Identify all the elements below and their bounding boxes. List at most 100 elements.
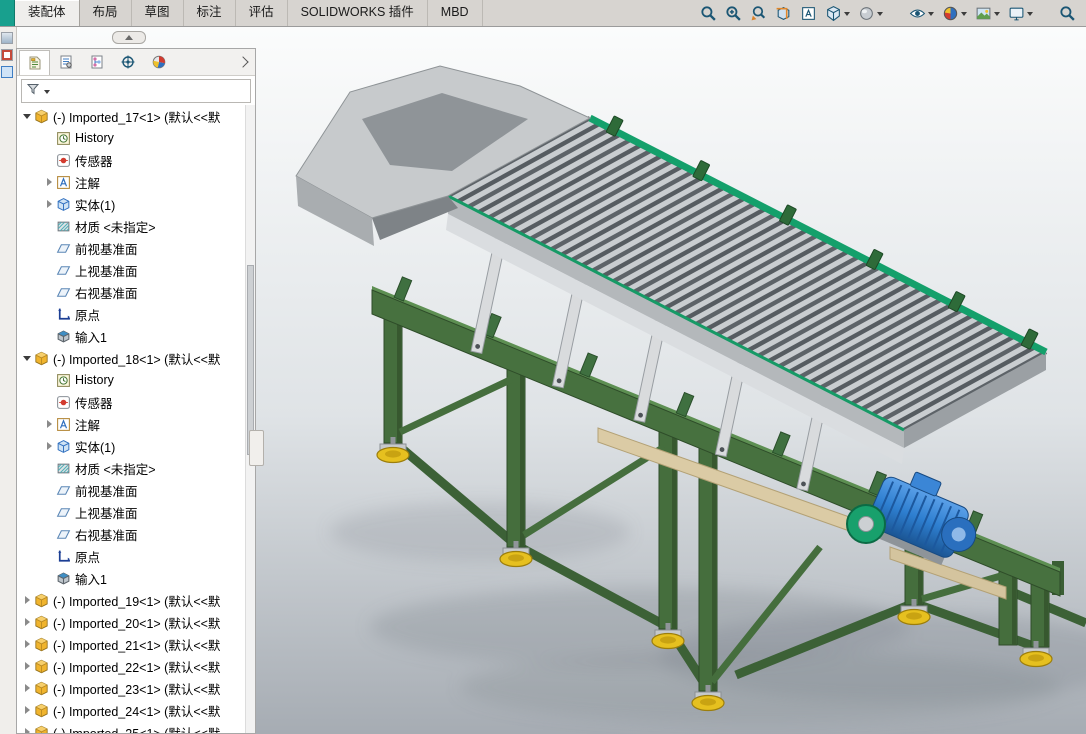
tree-item[interactable]: 实体(1)	[17, 193, 255, 215]
expand-icon[interactable]	[43, 440, 56, 453]
scrollbar-thumb[interactable]	[247, 265, 254, 455]
expand-icon[interactable]	[21, 726, 34, 734]
tree-item[interactable]: 实体(1)	[17, 435, 255, 457]
search-icon[interactable]	[1059, 1, 1076, 25]
view-settings-icon[interactable]	[1008, 1, 1033, 25]
tree-item[interactable]: 右视基准面	[17, 523, 255, 545]
expand-icon[interactable]	[43, 418, 56, 431]
tree-item[interactable]: (-) Imported_22<1> (默认<<默	[17, 655, 255, 677]
dropdown-arrow-icon[interactable]	[877, 12, 883, 19]
tree-item[interactable]: History	[17, 369, 255, 391]
section-view-icon[interactable]	[775, 1, 792, 25]
dropdown-arrow-icon[interactable]	[1027, 12, 1033, 19]
panel-overflow-chevron-icon[interactable]	[237, 56, 248, 67]
expand-icon[interactable]	[21, 704, 34, 717]
tree-item[interactable]: (-) Imported_25<1> (默认<<默	[17, 721, 255, 733]
tree-item[interactable]: 上视基准面	[17, 501, 255, 523]
expander-spacer	[43, 396, 56, 409]
configurationmanager-tab[interactable]	[81, 50, 112, 75]
plane-icon	[56, 285, 71, 300]
dock-toolbar-icon-1[interactable]	[1, 32, 13, 44]
displaymanager-tab[interactable]	[143, 50, 174, 75]
solids-icon	[56, 197, 71, 212]
dropdown-arrow-icon[interactable]	[994, 12, 1000, 19]
dock-toolbar-icon-2[interactable]	[1, 49, 13, 61]
filter-dropdown-icon[interactable]	[44, 90, 50, 97]
command-tab-3[interactable]: 草图	[132, 0, 184, 26]
dropdown-arrow-icon[interactable]	[928, 12, 934, 19]
tree-item[interactable]: 前视基准面	[17, 479, 255, 501]
expander-spacer	[43, 484, 56, 497]
expand-icon[interactable]	[43, 176, 56, 189]
tree-item[interactable]: 原点	[17, 545, 255, 567]
tree-item[interactable]: History	[17, 127, 255, 149]
command-tab-7[interactable]: MBD	[428, 0, 483, 26]
tree-item[interactable]: (-) Imported_20<1> (默认<<默	[17, 611, 255, 633]
expand-icon[interactable]	[21, 660, 34, 673]
tree-item[interactable]: 材质 <未指定>	[17, 215, 255, 237]
apply-scene-icon[interactable]	[975, 1, 1000, 25]
tree-item[interactable]: (-) Imported_24<1> (默认<<默	[17, 699, 255, 721]
tree-item[interactable]: (-) Imported_19<1> (默认<<默	[17, 589, 255, 611]
tree-item[interactable]: 右视基准面	[17, 281, 255, 303]
solidworks-window: 装配体布局草图标注评估SOLIDWORKS 插件MBD (-) Imported…	[0, 0, 1086, 734]
expander-spacer	[43, 462, 56, 475]
collapse-icon[interactable]	[21, 352, 34, 365]
command-tab-4[interactable]: 标注	[184, 0, 236, 26]
command-tab-5[interactable]: 评估	[236, 0, 288, 26]
command-tab-6[interactable]: SOLIDWORKS 插件	[288, 0, 428, 26]
expand-icon[interactable]	[21, 638, 34, 651]
filter-bar[interactable]	[21, 79, 251, 103]
propertymanager-tab[interactable]	[50, 50, 81, 75]
dropdown-arrow-icon[interactable]	[961, 12, 967, 19]
command-tab-2[interactable]: 布局	[80, 0, 132, 26]
tree-item[interactable]: 输入1	[17, 567, 255, 589]
panel-collapse-handle[interactable]	[112, 31, 146, 44]
edit-appearance-icon[interactable]	[942, 1, 967, 25]
command-manager-bar: 装配体布局草图标注评估SOLIDWORKS 插件MBD	[0, 0, 1086, 27]
history-icon	[56, 373, 71, 388]
tree-item[interactable]: 传感器	[17, 391, 255, 413]
tree-item[interactable]: 前视基准面	[17, 237, 255, 259]
expand-icon[interactable]	[43, 198, 56, 211]
imported-icon	[56, 571, 71, 586]
tree-item[interactable]: 输入1	[17, 325, 255, 347]
tree-item[interactable]: (-) Imported_23<1> (默认<<默	[17, 677, 255, 699]
command-tab-1[interactable]: 装配体	[15, 0, 80, 26]
solids-icon	[56, 439, 71, 454]
expand-icon[interactable]	[21, 682, 34, 695]
dimxpertmanager-tab[interactable]	[112, 50, 143, 75]
tree-item[interactable]: 注解	[17, 171, 255, 193]
hide-show-items-icon[interactable]	[909, 1, 934, 25]
tree-item[interactable]: 原点	[17, 303, 255, 325]
tree-item[interactable]: (-) Imported_18<1> (默认<<默	[17, 347, 255, 369]
assembly-icon	[34, 593, 49, 608]
tree-item[interactable]: 传感器	[17, 149, 255, 171]
tree-item-label: 注解	[75, 415, 100, 434]
tree-item[interactable]: (-) Imported_21<1> (默认<<默	[17, 633, 255, 655]
zoom-area-icon[interactable]	[725, 1, 742, 25]
collapse-icon[interactable]	[21, 110, 34, 123]
origin-icon	[56, 549, 71, 564]
display-style-icon[interactable]	[858, 1, 883, 25]
assembly-icon	[34, 109, 49, 124]
dock-toolbar-icon-3[interactable]	[1, 66, 13, 78]
view-orientation-icon[interactable]	[825, 1, 850, 25]
expand-icon[interactable]	[21, 616, 34, 629]
filter-funnel-icon[interactable]	[26, 82, 40, 101]
assembly-icon	[34, 351, 49, 366]
expand-icon[interactable]	[21, 594, 34, 607]
tree-item[interactable]: 上视基准面	[17, 259, 255, 281]
tree-item[interactable]: 注解	[17, 413, 255, 435]
featuremanager-tree-tab[interactable]	[19, 50, 50, 75]
dynamic-annotation-view-icon[interactable]	[800, 1, 817, 25]
tree-scrollbar[interactable]	[245, 105, 255, 733]
dropdown-arrow-icon[interactable]	[844, 12, 850, 19]
zoom-fit-icon[interactable]	[700, 1, 717, 25]
panel-resize-grip[interactable]	[249, 430, 264, 466]
tree-item[interactable]: 材质 <未指定>	[17, 457, 255, 479]
tree-item[interactable]: (-) Imported_17<1> (默认<<默	[17, 105, 255, 127]
annotation-icon	[56, 175, 71, 190]
tree-item-label: History	[75, 131, 114, 145]
previous-view-icon[interactable]	[750, 1, 767, 25]
